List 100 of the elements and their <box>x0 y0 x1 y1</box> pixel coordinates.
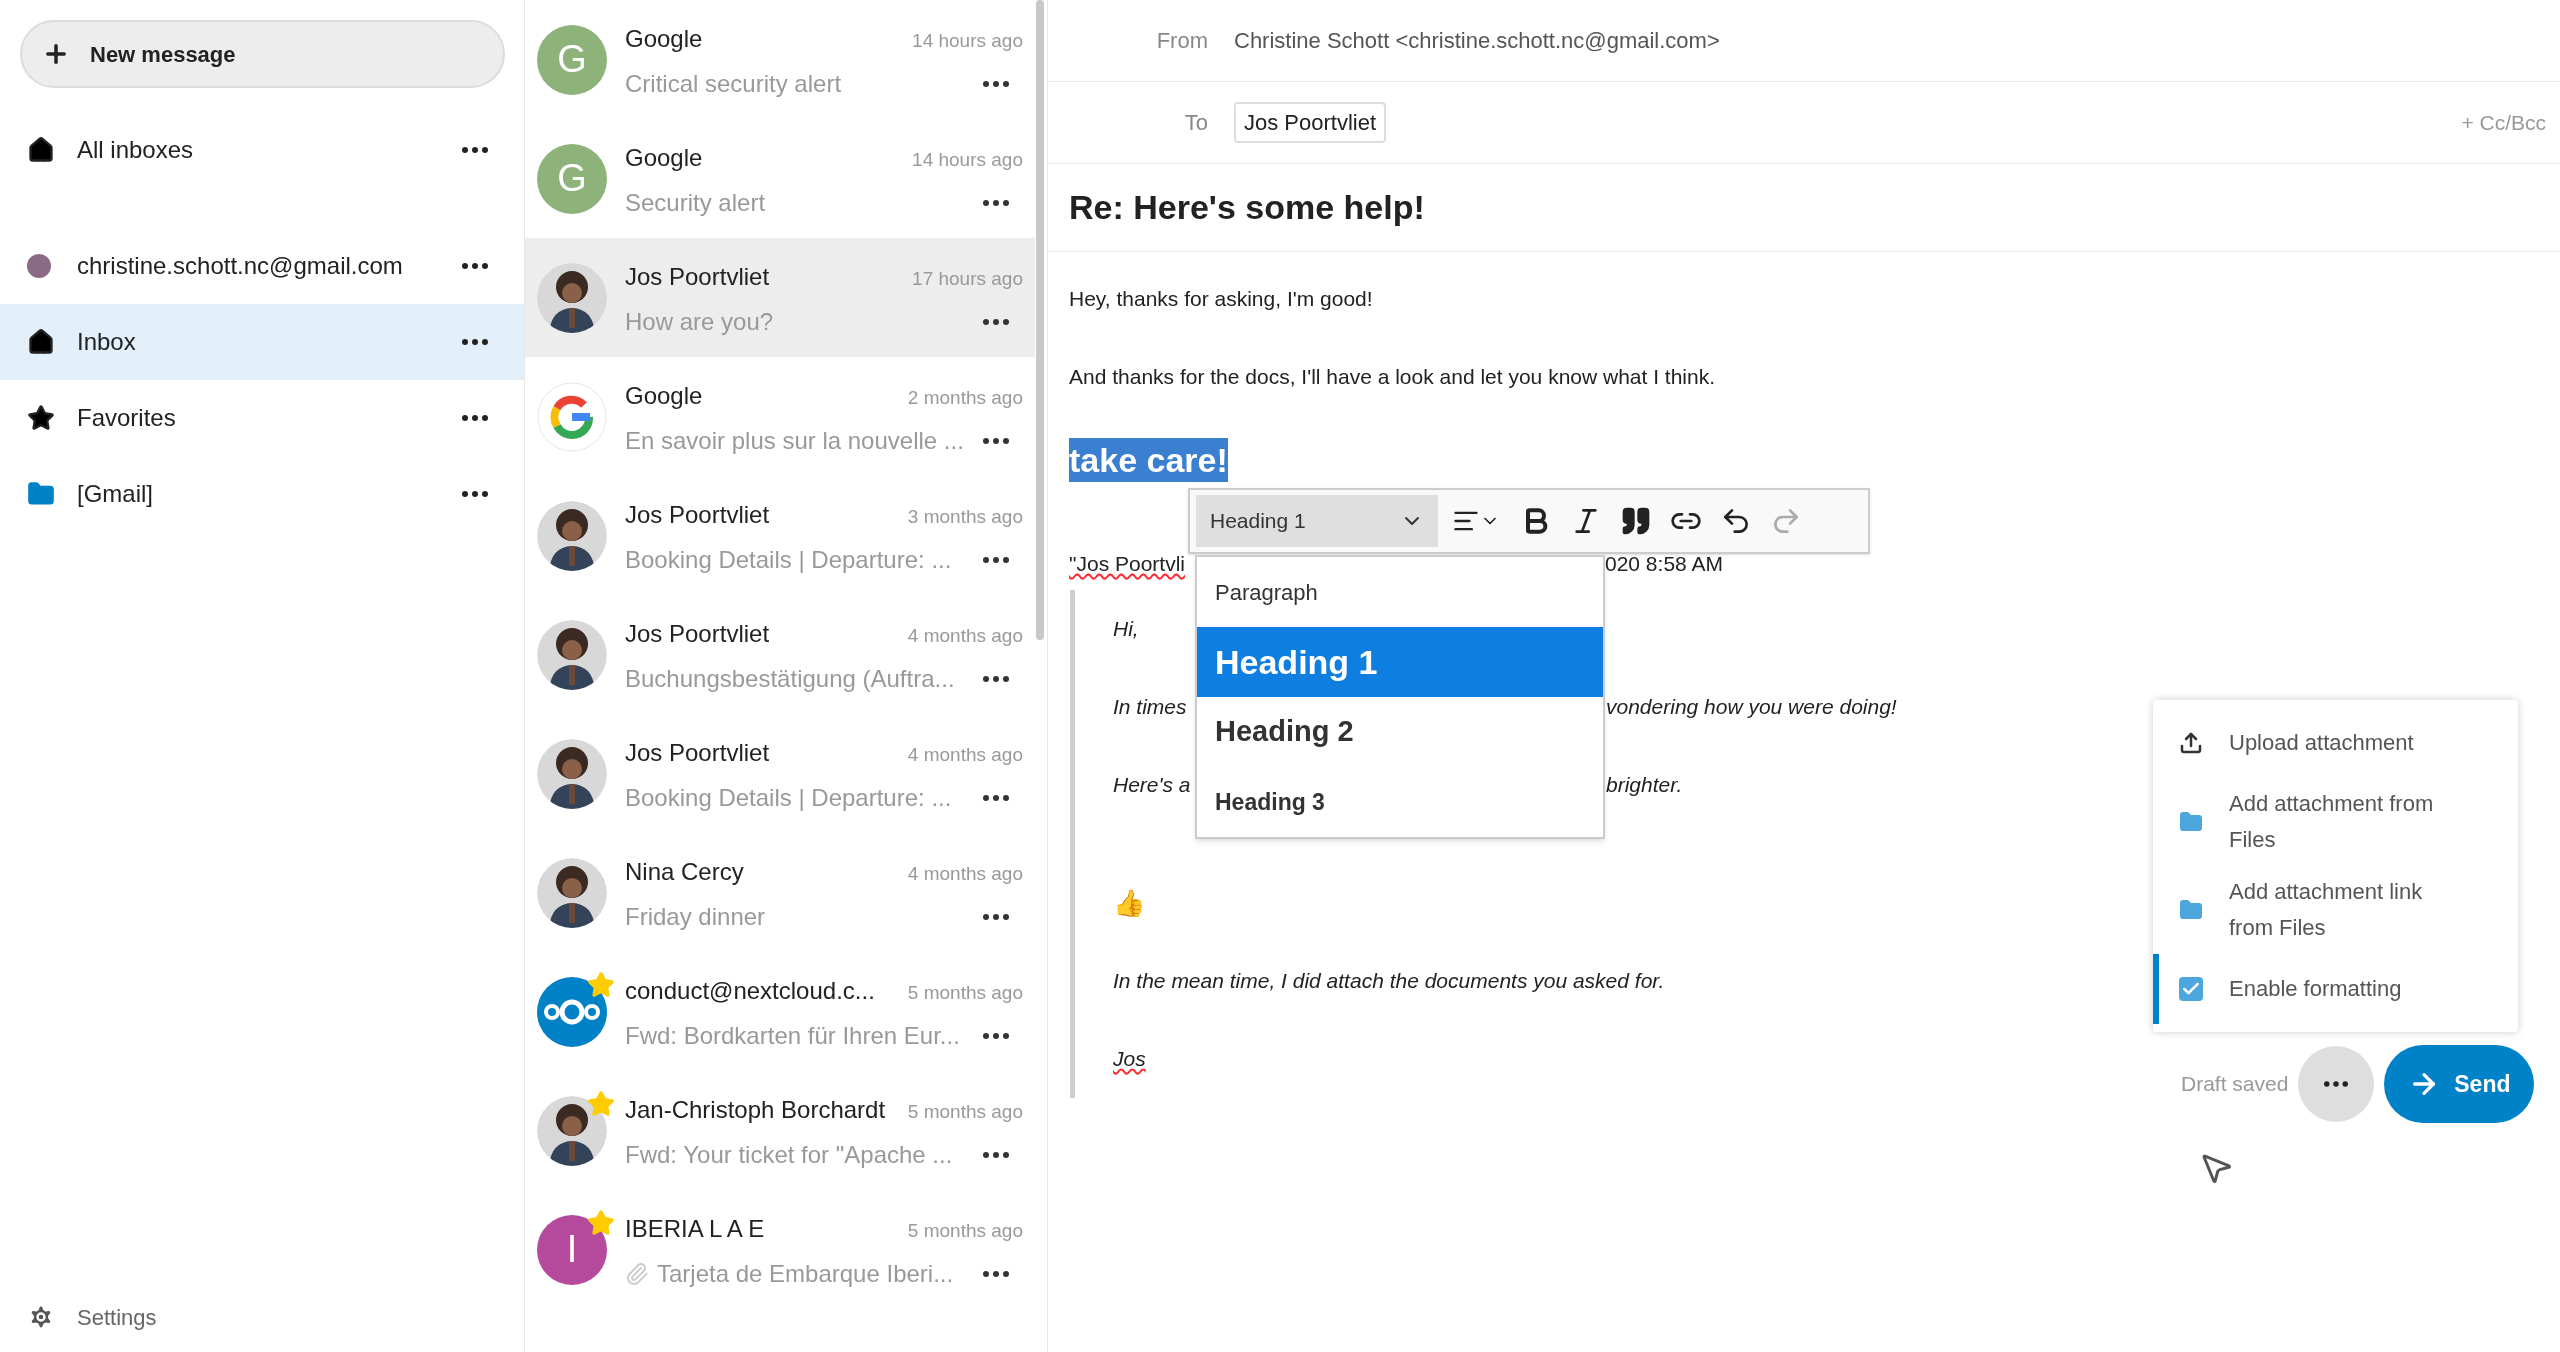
more-icon[interactable] <box>983 913 1009 920</box>
sidebar-item[interactable]: christine.schott.nc@gmail.com <box>0 228 524 304</box>
message-item[interactable]: Jos Poortvliet 3 months ago Booking Details | Departure: ... <box>525 476 1035 595</box>
more-icon[interactable] <box>462 339 488 345</box>
message-time: 4 months ago <box>907 623 1023 648</box>
message-subject: Fwd: Your ticket for "Apache ... <box>625 1139 953 1170</box>
sidebar-item[interactable]: [Gmail] <box>0 456 524 532</box>
message-subject: Buchungsbestätigung (Auftra... <box>625 663 955 694</box>
checkbox[interactable] <box>2179 977 2203 1001</box>
sender-name: Google <box>625 23 703 54</box>
subject-field[interactable]: Re: Here's some help! <box>1069 182 1425 233</box>
block-style-select[interactable]: Heading 1 <box>1196 495 1438 547</box>
quote-icon[interactable] <box>1620 505 1652 537</box>
sidebar-label: Favorites <box>77 403 177 433</box>
settings-link[interactable]: Settings <box>77 1300 157 1334</box>
more-icon[interactable] <box>462 491 488 497</box>
draft-status: Draft saved <box>2181 1071 2289 1098</box>
message-item[interactable]: Google 2 months ago En savoir plus sur la nouvelle ... <box>525 357 1035 476</box>
message-subject: Fwd: Bordkarten für Ihren Eur... <box>625 1020 960 1051</box>
message-time: 4 months ago <box>907 742 1023 767</box>
sender-name: Jos Poortvliet <box>625 618 770 649</box>
home-icon <box>27 328 55 356</box>
folder-icon <box>2179 898 2203 922</box>
sidebar-label: All inboxes <box>77 135 195 165</box>
home-icon <box>27 136 55 164</box>
more-icon[interactable] <box>462 263 488 269</box>
message-item[interactable]: Jan-Christoph Borchardt 5 months ago Fwd: Your ticket for "Apache ... <box>525 1071 1035 1190</box>
block-style-option[interactable]: Paragraph <box>1197 557 1603 627</box>
message-time: 14 hours ago <box>912 147 1023 172</box>
sidebar-item[interactable]: Inbox <box>0 304 524 380</box>
message-time: 2 months ago <box>907 385 1023 410</box>
message-subject: Booking Details | Departure: ... <box>625 544 952 575</box>
message-time: 5 months ago <box>907 1099 1023 1124</box>
more-icon[interactable] <box>983 794 1009 801</box>
message-item[interactable]: conduct@nextcloud.c... 5 months ago Fwd: Bordkarten für Ihren Eur... <box>525 952 1035 1071</box>
menu-item-label: Add attachment link from Files <box>2229 878 2424 942</box>
avatar: G <box>537 143 607 214</box>
quote-header: "Jos Poortvli <box>1069 552 1185 575</box>
more-icon[interactable] <box>983 80 1009 87</box>
folder-icon <box>2179 810 2203 834</box>
new-message-button[interactable]: New message <box>20 20 505 88</box>
message-item[interactable]: G Google 14 hours ago Critical security alert <box>525 0 1035 119</box>
sidebar-item[interactable]: Favorites <box>0 380 524 456</box>
menu-item[interactable]: Enable formatting <box>2153 954 2518 1024</box>
quote-line: In the mean time, I did attach the documents you asked for. <box>1113 968 1665 995</box>
scrollbar[interactable] <box>1036 0 1044 640</box>
more-icon[interactable] <box>983 1032 1009 1039</box>
message-time: 3 months ago <box>907 504 1023 529</box>
logo-icon <box>537 976 607 1047</box>
menu-item[interactable]: Add attachment from Files <box>2153 778 2518 866</box>
message-subject: Friday dinner <box>625 901 766 932</box>
quote-line: Hi, <box>1113 616 1139 643</box>
recipient-chip[interactable]: Jos Poortvliet <box>1234 102 1387 143</box>
message-subject: Security alert <box>625 187 766 218</box>
sender-name: Jos Poortvliet <box>625 261 770 292</box>
send-button[interactable]: Send <box>2384 1045 2535 1123</box>
quote-line: brighter. <box>1606 772 1683 799</box>
sender-name: Google <box>625 142 703 173</box>
message-item[interactable]: Nina Cercy 4 months ago Friday dinner <box>525 833 1035 952</box>
body-paragraph: Hey, thanks for asking, I'm good! <box>1069 286 1374 312</box>
sender-name: Jos Poortvliet <box>625 737 770 768</box>
message-time: 17 hours ago <box>912 266 1023 291</box>
message-item[interactable]: Jos Poortvliet 4 months ago Buchungsbestätigung (Auftra... <box>525 595 1035 714</box>
more-icon[interactable] <box>983 199 1009 206</box>
menu-item[interactable]: Upload attachment <box>2153 708 2518 778</box>
from-label: From <box>1155 27 1208 55</box>
more-icon[interactable] <box>983 1270 1009 1277</box>
message-item[interactable]: I IBERIA L A E 5 months ago Tarjeta de Embarque Iberi... <box>525 1190 1035 1309</box>
message-item[interactable]: G Google 14 hours ago Security alert <box>525 119 1035 238</box>
block-style-option[interactable]: Heading 2 <box>1197 697 1603 767</box>
block-style-option[interactable]: Heading 3 <box>1197 767 1603 837</box>
sidebar-item[interactable]: All inboxes <box>0 112 524 188</box>
block-style-option[interactable]: Heading 1 <box>1197 627 1603 697</box>
more-icon[interactable] <box>983 437 1009 444</box>
sender-name: Nina Cercy <box>625 856 744 887</box>
more-icon[interactable] <box>983 675 1009 682</box>
menu-item-label: Add attachment from Files <box>2229 790 2435 854</box>
menu-item-label: Upload attachment <box>2229 729 2414 757</box>
folder-icon <box>27 480 55 508</box>
sidebar-label: Inbox <box>77 327 137 357</box>
message-item[interactable]: Jos Poortvliet 17 hours ago How are you? <box>525 238 1035 357</box>
logo-icon <box>537 381 607 452</box>
more-icon <box>2324 1081 2349 1087</box>
more-icon[interactable] <box>462 415 488 421</box>
sender-name: Jos Poortvliet <box>625 499 770 530</box>
to-label: To <box>1183 109 1208 137</box>
more-icon[interactable] <box>462 147 488 153</box>
avatar: G <box>537 24 607 95</box>
signature-text: Jos <box>1113 1046 1146 1073</box>
sender-name: Google <box>625 380 703 411</box>
heading-text: take care! <box>1069 438 1228 482</box>
message-item[interactable]: Jos Poortvliet 4 months ago Booking Details | Departure: ... <box>525 714 1035 833</box>
star-icon <box>27 404 55 432</box>
message-time: 14 hours ago <box>912 28 1023 53</box>
menu-item[interactable]: Add attachment link from Files <box>2153 866 2518 954</box>
sender-name: IBERIA L A E <box>625 1213 765 1244</box>
more-icon[interactable] <box>983 556 1009 563</box>
message-subject: Booking Details | Departure: ... <box>625 782 952 813</box>
more-icon[interactable] <box>983 318 1009 325</box>
more-icon[interactable] <box>983 1151 1009 1158</box>
